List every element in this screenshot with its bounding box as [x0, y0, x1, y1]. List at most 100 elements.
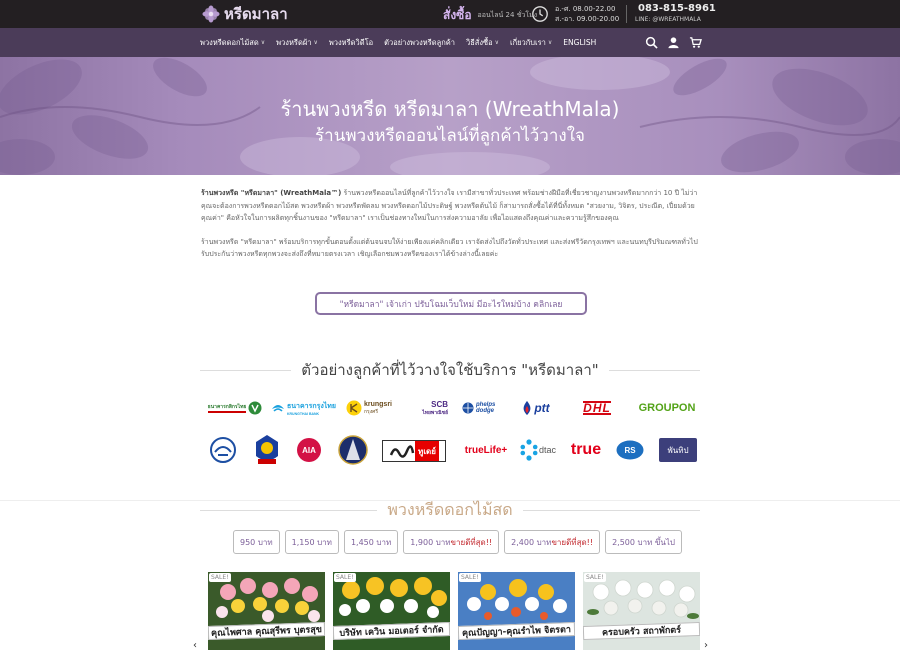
- price-filter-label: 1,900 บาท: [410, 537, 451, 547]
- clock-icon: [532, 6, 548, 22]
- nav-item-label: วิธีสั่งซื้อ: [466, 37, 493, 47]
- phone-number[interactable]: 083-815-8961: [638, 3, 716, 14]
- order-label: สั่งซื้อ: [443, 8, 472, 22]
- user-icon[interactable]: [667, 36, 680, 49]
- chevron-down-icon: ∨: [260, 39, 266, 46]
- ktb-bird-icon: [272, 405, 284, 412]
- order-online: สั่งซื้อ ออนไลน์ 24 ชั่วโมง: [443, 6, 537, 25]
- nav-icons: [645, 36, 711, 49]
- nav-item[interactable]: พวงหรีดดอกไม้สด ∨: [200, 37, 265, 49]
- aia-logo: AIA: [296, 436, 322, 464]
- price-filter-button[interactable]: 2,500 บาท ขึ้นไป: [605, 530, 682, 554]
- nav-items: พวงหรีดดอกไม้สด ∨ พวงหรีดผ้า ∨ พวงหรีดวิดีโอ…: [200, 28, 607, 57]
- dtac-emblem-icon: [520, 439, 538, 461]
- true-logo-text: true: [570, 441, 602, 458]
- carousel-prev-icon[interactable]: ‹: [193, 640, 197, 650]
- hours-weekend: ส.-อา. 09.00-20.00: [555, 15, 620, 23]
- scb-logo: SCB ไทยพาณิชย์: [400, 398, 448, 418]
- price-filter-button[interactable]: 1,450 บาท: [343, 530, 399, 554]
- chevron-down-icon: ∨: [494, 39, 500, 46]
- scb-logo-subtext: ไทยพาณิชย์: [422, 409, 448, 416]
- nav-item[interactable]: พวงหรีดผ้า ∨: [276, 37, 318, 49]
- nav-item[interactable]: พวงหรีดวิดีโอ: [329, 37, 373, 49]
- chevron-down-icon: ∨: [547, 39, 553, 46]
- price-filter-label: 1,450 บาท: [350, 537, 392, 547]
- hero-banner: ร้านพวงหรีด หรีดมาลา (WreathMala) ร้านพว…: [0, 57, 900, 175]
- nav-item-label: ตัวอย่างพวงหรีดลูกค้า: [384, 37, 456, 47]
- intro-paragraph-1: ร้านพวงหรีด "หรีดมาลา" (WreathMala™) ร้า…: [201, 187, 698, 225]
- kbank-logo-text: ธนาคารกสิกรไทย: [207, 403, 247, 413]
- line-id[interactable]: LINE: @WREATHMALA: [635, 16, 701, 23]
- pantip-logo: พันทิป: [659, 438, 697, 462]
- aot-logo: [210, 437, 236, 463]
- main-nav: พวงหรีดดอกไม้สด ∨ พวงหรีดผ้า ∨ พวงหรีดวิดีโอ…: [0, 28, 900, 57]
- sale-badge: SALE!: [459, 573, 481, 582]
- emblem-logo: [256, 435, 278, 464]
- product-card[interactable]: SALE! ครอบครัว สถาพักตร์: [583, 572, 700, 650]
- nav-item[interactable]: เกี่ยวกับเรา ∨: [510, 37, 552, 49]
- cart-icon[interactable]: [689, 36, 702, 49]
- phelps-logo-text: phelps dodge: [476, 402, 496, 414]
- truelife-logo-text: trueLife+: [464, 444, 508, 456]
- price-filter-button[interactable]: 2,400 บาท ขายดีที่สุด!!: [504, 530, 601, 554]
- ptt-logo-text: ptt: [534, 401, 550, 415]
- dtac-logo: dtac: [516, 436, 560, 464]
- heading-rule-right: [608, 369, 700, 371]
- carousel-next-icon[interactable]: ›: [704, 640, 708, 650]
- nav-item-label: ENGLISH: [563, 38, 597, 47]
- top-header: หรีดมาลา สั่งซื้อ ออนไลน์ 24 ชั่วโมง อ.-…: [0, 0, 900, 28]
- product-card[interactable]: SALE! บริษัท เควิน มอเตอร์ จำกัด: [333, 572, 450, 650]
- product-card[interactable]: SALE! คุณปัญญา-คุณรำไพ จิตรตา: [458, 572, 575, 650]
- price-filter-label: 2,500 บาท ขึ้นไป: [612, 537, 675, 547]
- nation-wordmark-icon: [389, 445, 415, 458]
- pantip-logo-text: พันทิป: [667, 445, 689, 455]
- nav-item[interactable]: ENGLISH: [563, 38, 596, 47]
- groupon-logo: GROUPON: [636, 400, 698, 416]
- sale-badge: SALE!: [584, 573, 606, 582]
- price-filters: 950 บาท 1,150 บาท 1,450 บาท 1,900 บาท ขายดี…: [233, 530, 687, 554]
- heading-rule-left: [200, 510, 378, 511]
- nav-item[interactable]: วิธีสั่งซื้อ ∨: [466, 37, 499, 49]
- government-seal-logo: [338, 435, 368, 465]
- product-card[interactable]: SALE! คุณไพศาล คุณสุรีพร บุตรสุข: [208, 572, 325, 650]
- nation-logo-text: ทูเดย์: [415, 441, 439, 461]
- nav-item-label: พวงหรีดดอกไม้สด: [200, 37, 259, 47]
- scb-logo-text: SCB: [431, 399, 448, 409]
- fresh-flower-title: พวงหรีดดอกไม้สด: [387, 500, 513, 519]
- intro-text: ร้านพวงหรีด "หรีดมาลา" (WreathMala™) ร้า…: [201, 187, 698, 272]
- price-filter-button[interactable]: 1,150 บาท: [284, 530, 339, 554]
- flower-logo-icon: [202, 5, 220, 23]
- truelife-logo: trueLife+: [460, 440, 512, 460]
- rs-logo-text: RS: [624, 445, 636, 455]
- hours-weekday: อ.-ศ. 08.00-22.00: [555, 5, 616, 13]
- krungsri-logo-text: krungsri: [363, 400, 392, 408]
- nation-today-logo: ทูเดย์: [382, 440, 446, 462]
- price-filter-button[interactable]: 950 บาท: [233, 530, 280, 554]
- krungsri-logo: krungsri กรุงศรี: [344, 398, 394, 418]
- hero-title: ร้านพวงหรีด หรีดมาลา (WreathMala): [280, 97, 620, 121]
- new-website-button[interactable]: "หรีดมาลา" เจ้าเก่า ปรับโฉมเว็บใหม่ มีอะ…: [315, 292, 587, 315]
- dhl-logo: DHL: [566, 400, 628, 416]
- sale-badge: SALE!: [209, 573, 231, 582]
- price-filter-label: 1,150 บาท: [291, 537, 332, 547]
- chevron-down-icon: ∨: [313, 39, 318, 46]
- customers-heading: ตัวอย่างลูกค้าที่ไว้วางใจใช้บริการ "หรีด…: [200, 358, 700, 382]
- hero-subtitle: ร้านพวงหรีดออนไลน์ที่ลูกค้าไว้วางใจ: [315, 126, 585, 146]
- best-seller-label: ขายดีที่สุด!!: [551, 537, 594, 547]
- kbank-logo: ธนาคารกสิกรไทย: [205, 400, 265, 416]
- nav-item-label: เกี่ยวกับเรา: [510, 37, 546, 47]
- nav-item[interactable]: ตัวอย่างพวงหรีดลูกค้า: [384, 37, 455, 49]
- heading-rule-left: [200, 369, 292, 371]
- nav-item-label: พวงหรีดวิดีโอ: [328, 37, 374, 47]
- ktb-logo: ธนาคารกรุงไทย KRUNGTHAI BANK: [271, 400, 341, 416]
- customers-title: ตัวอย่างลูกค้าที่ไว้วางใจใช้บริการ "หรีด…: [301, 361, 599, 379]
- header-divider: [626, 5, 627, 23]
- search-icon[interactable]: [645, 36, 658, 49]
- price-filter-label: 2,400 บาท: [511, 537, 552, 547]
- site-logo[interactable]: หรีดมาลา: [202, 4, 288, 24]
- phelps-dodge-logo: phelps dodge: [459, 400, 507, 416]
- ptt-flame-icon: [523, 401, 531, 415]
- price-filter-button[interactable]: 1,900 บาท ขายดีที่สุด!!: [403, 530, 500, 554]
- best-seller-label: ขายดีที่สุด!!: [450, 537, 493, 547]
- heading-rule-right: [522, 510, 700, 511]
